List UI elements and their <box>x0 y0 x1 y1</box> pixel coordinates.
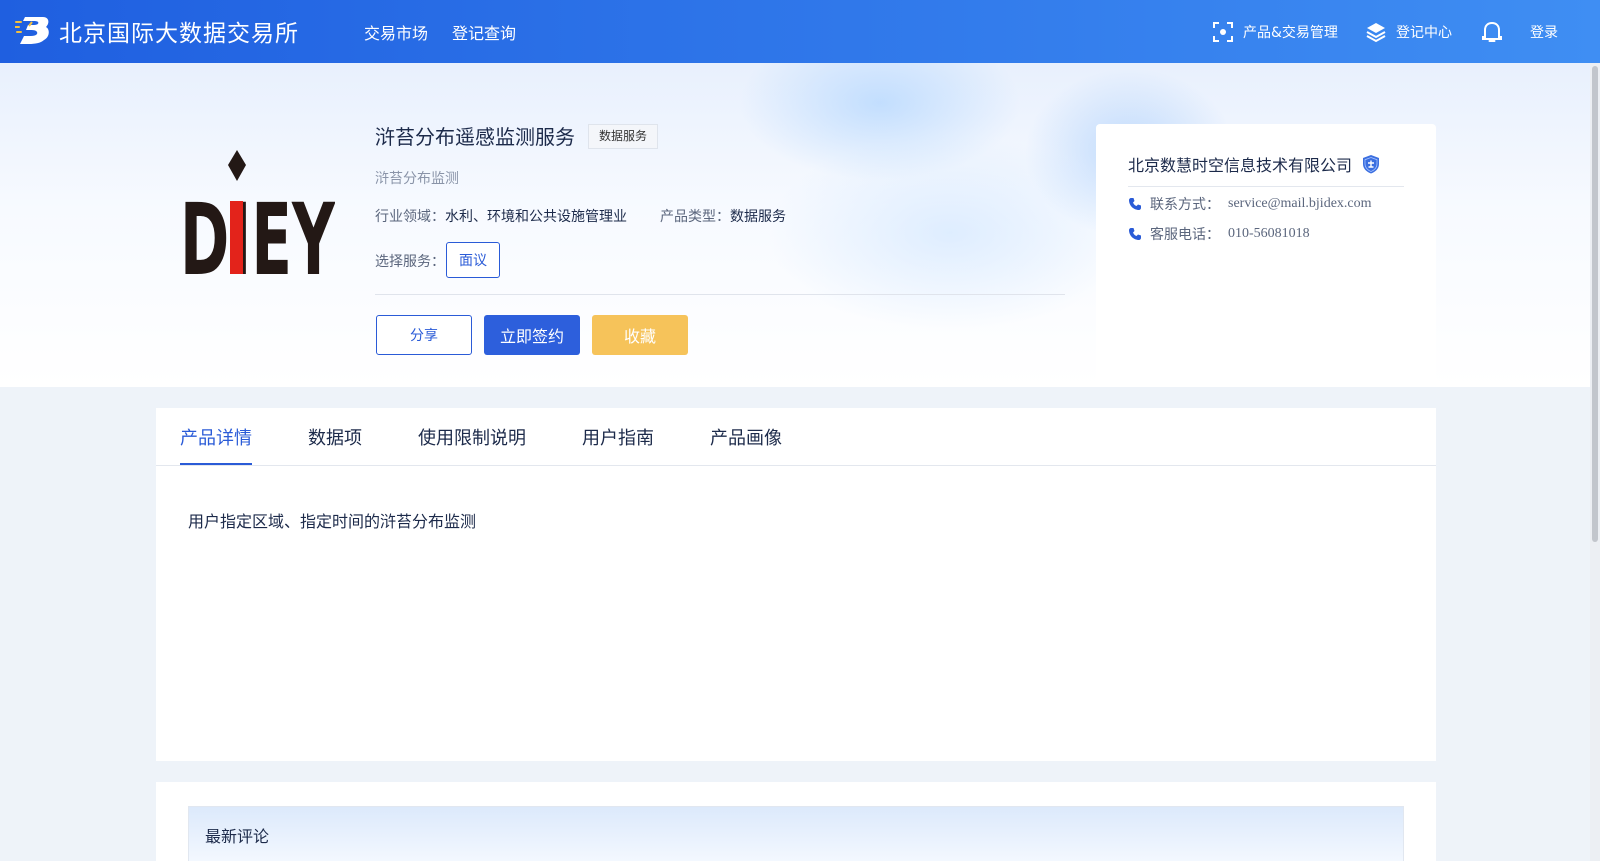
enterprise-verified-icon <box>1363 155 1380 174</box>
company-card-divider <box>1128 186 1404 187</box>
service-phone-row: 客服电话： 010-56081018 <box>1128 224 1310 244</box>
product-trade-management-label: 产品&交易管理 <box>1243 25 1338 41</box>
comments-panel: 最新评论 <box>156 782 1436 861</box>
phone-number[interactable]: 010-56081018 <box>1228 226 1310 242</box>
comments-title: 最新评论 <box>205 827 270 846</box>
tab-user-guide[interactable]: 用户指南 <box>582 424 654 450</box>
company-name: 北京数慧时空信息技术有限公司 <box>1128 156 1353 175</box>
svg-text:DIEY: DIEY <box>180 183 335 278</box>
active-tab-indicator <box>180 463 252 465</box>
product-type-label: 产品类型： <box>660 209 730 225</box>
industry-value: 水利、环境和公共设施管理业 <box>445 209 627 225</box>
product-description: 用户指定区域、指定时间的浒苔分布监测 <box>188 512 477 531</box>
company-card: 北京数慧时空信息技术有限公司 联系方式： service@mail.bjidex… <box>1096 124 1436 387</box>
login-link[interactable]: 登录 <box>1530 19 1558 45</box>
tab-data-items[interactable]: 数据项 <box>308 424 362 450</box>
tab-usage-restrictions[interactable]: 使用限制说明 <box>418 424 526 450</box>
tab-product-details[interactable]: 产品详情 <box>180 424 252 450</box>
detail-tabs: 产品详情 数据项 使用限制说明 用户指南 产品画像 <box>156 408 1436 466</box>
nav-registry-query[interactable]: 登记查询 <box>452 20 516 44</box>
hero-divider <box>375 294 1065 295</box>
contact-email[interactable]: service@mail.bjidex.com <box>1228 196 1372 212</box>
registry-center-label: 登记中心 <box>1396 25 1452 41</box>
site-brand[interactable]: 北京国际大数据交易所 <box>15 14 299 48</box>
bjidex-logo-icon <box>15 17 49 44</box>
service-option-negotiable[interactable]: 面议 <box>446 242 500 278</box>
company-name-row[interactable]: 北京数慧时空信息技术有限公司 <box>1128 152 1380 176</box>
phone-icon <box>1129 228 1141 240</box>
contact-label: 联系方式： <box>1150 197 1220 213</box>
top-navigation-bar: 北京国际大数据交易所 交易市场 登记查询 产品&交易管理 登记中心 登录 <box>0 0 1600 63</box>
share-button[interactable]: 分享 <box>376 315 472 355</box>
comments-header: 最新评论 <box>188 806 1404 861</box>
layers-icon <box>1366 23 1386 43</box>
product-trade-management-link[interactable]: 产品&交易管理 <box>1212 19 1338 45</box>
product-logo: DIEY <box>180 150 335 278</box>
product-type-value: 数据服务 <box>730 209 786 225</box>
contact-email-row: 联系方式： service@mail.bjidex.com <box>1128 194 1372 214</box>
bell-icon <box>1482 21 1502 42</box>
product-detail-panel: 产品详情 数据项 使用限制说明 用户指南 产品画像 用户指定区域、指定时间的浒苔… <box>156 408 1436 761</box>
registry-center-link[interactable]: 登记中心 <box>1365 19 1452 45</box>
page-scrollbar-thumb[interactable] <box>1592 66 1598 542</box>
service-select-label: 选择服务： <box>375 254 445 270</box>
phone-icon <box>1129 198 1141 210</box>
site-name: 北京国际大数据交易所 <box>59 21 299 47</box>
scan-focus-icon <box>1213 22 1233 42</box>
notifications-button[interactable] <box>1481 19 1503 45</box>
product-type-badge: 数据服务 <box>588 124 659 149</box>
favorite-button[interactable]: 收藏 <box>592 315 688 355</box>
nav-trading-market[interactable]: 交易市场 <box>364 20 428 44</box>
industry-label: 行业领域： <box>375 209 445 225</box>
login-label: 登录 <box>1530 25 1558 41</box>
product-title: 浒苔分布遥感监测服务 <box>375 125 575 149</box>
phone-label: 客服电话： <box>1150 227 1220 243</box>
sign-now-button[interactable]: 立即签约 <box>484 315 580 355</box>
product-subtitle: 浒苔分布监测 <box>375 171 459 187</box>
industry-field: 行业领域：水利、环境和公共设施管理业 <box>375 206 627 226</box>
tab-product-profile[interactable]: 产品画像 <box>710 424 782 450</box>
product-type-field: 产品类型：数据服务 <box>660 206 786 226</box>
